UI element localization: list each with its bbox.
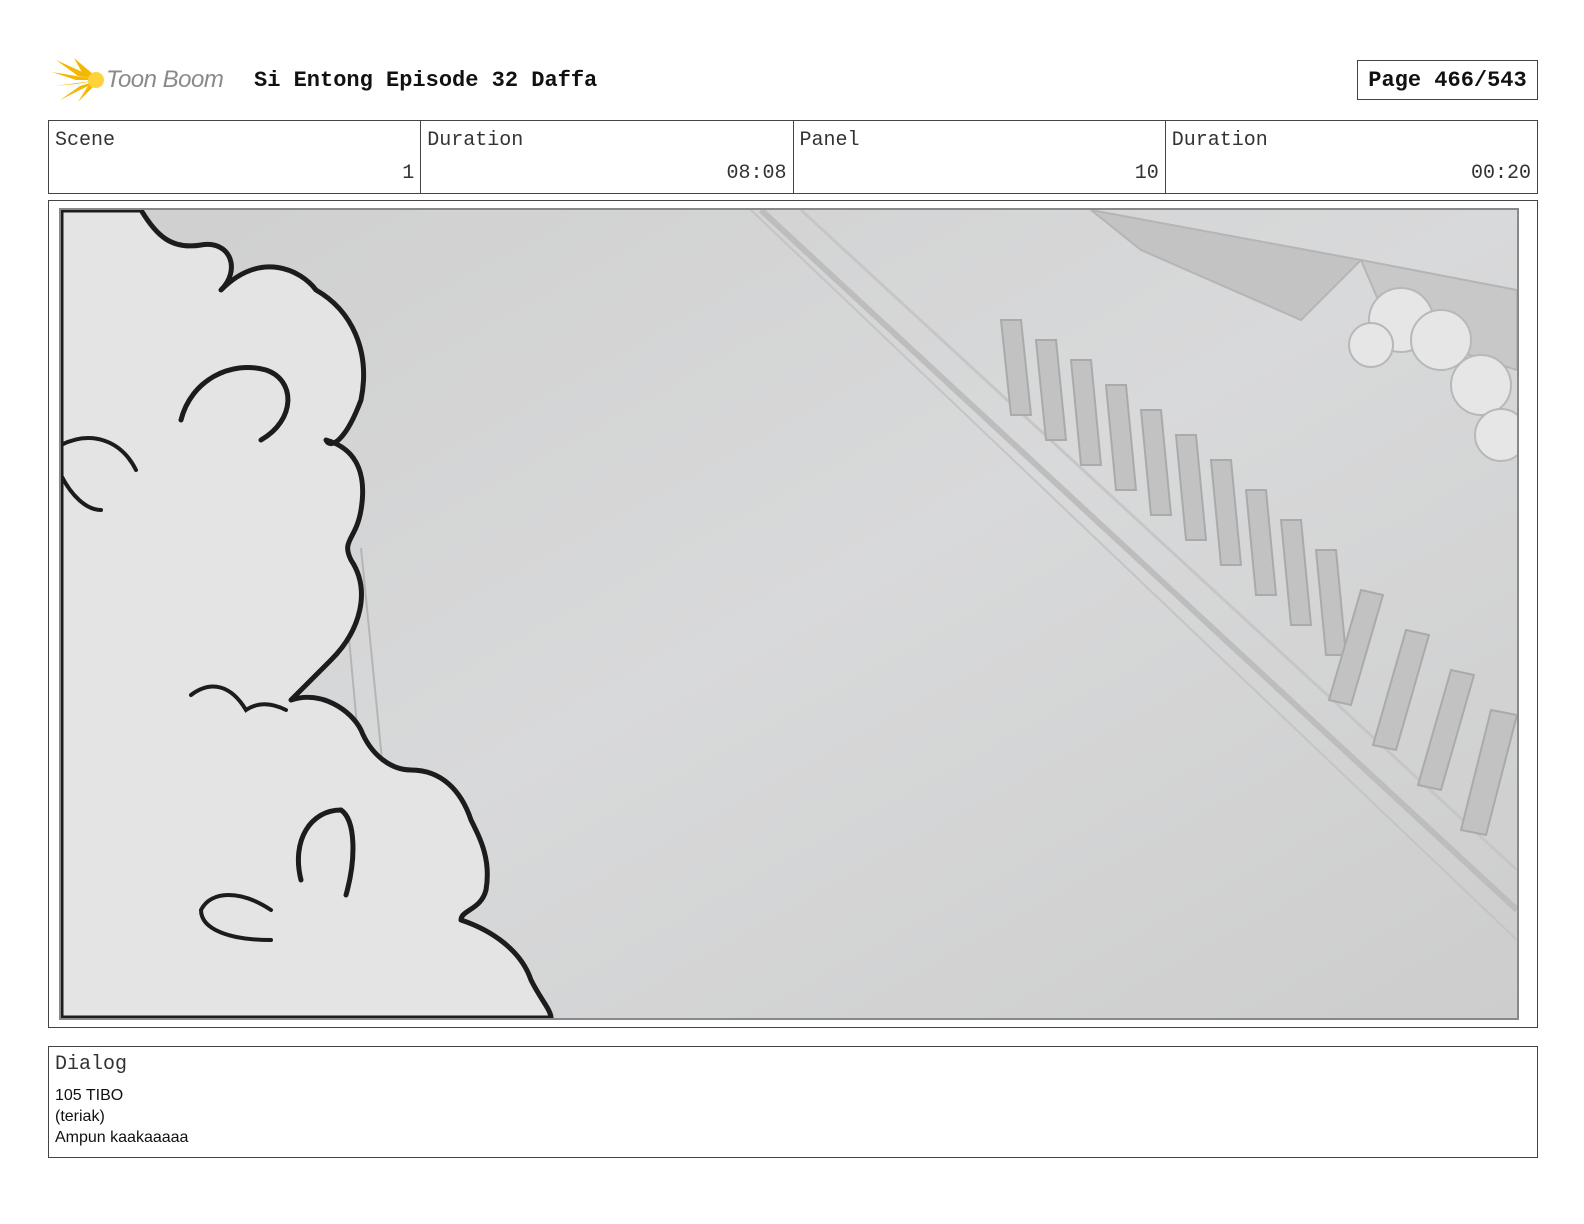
logo-text: Toon Boom — [106, 66, 224, 93]
panel-cell: Panel 10 — [794, 121, 1166, 193]
scene-cell: Scene 1 — [49, 121, 422, 193]
starburst-icon — [52, 58, 104, 102]
scene-label: Scene — [55, 129, 116, 152]
dialog-text: 105 TIBO (teriak) Ampun kaakaaaaa — [55, 1085, 188, 1148]
toon-boom-logo: Toon Boom — [52, 56, 242, 104]
storyboard-panel-image — [59, 208, 1519, 1020]
panel-duration-cell: Duration 00:20 — [1166, 121, 1537, 193]
storyboard-panel-frame — [48, 200, 1538, 1028]
dialog-section: Dialog 105 TIBO (teriak) Ampun kaakaaaaa — [48, 1046, 1538, 1158]
page-number: Page 466/543 — [1357, 60, 1538, 100]
dialog-line: (teriak) — [55, 1108, 105, 1125]
page-header: Toon Boom Si Entong Episode 32 Daffa Pag… — [48, 54, 1538, 106]
scene-info-table: Scene 1 Duration 08:08 Panel 10 Duration… — [48, 120, 1538, 194]
scene-duration-cell: Duration 08:08 — [421, 121, 794, 193]
scene-duration-label: Duration — [427, 129, 524, 152]
panel-drawing — [61, 210, 1517, 1018]
panel-value: 10 — [1134, 162, 1159, 185]
dialog-label: Dialog — [55, 1053, 128, 1076]
panel-duration-label: Duration — [1171, 129, 1268, 152]
panel-label: Panel — [799, 129, 860, 152]
scene-value: 1 — [402, 162, 415, 185]
dialog-line: 105 TIBO — [55, 1087, 124, 1104]
panel-duration-value: 00:20 — [1470, 162, 1531, 185]
document-title: Si Entong Episode 32 Daffa — [254, 68, 598, 93]
dialog-line: Ampun kaakaaaaa — [55, 1129, 189, 1146]
scene-duration-value: 08:08 — [726, 162, 787, 185]
